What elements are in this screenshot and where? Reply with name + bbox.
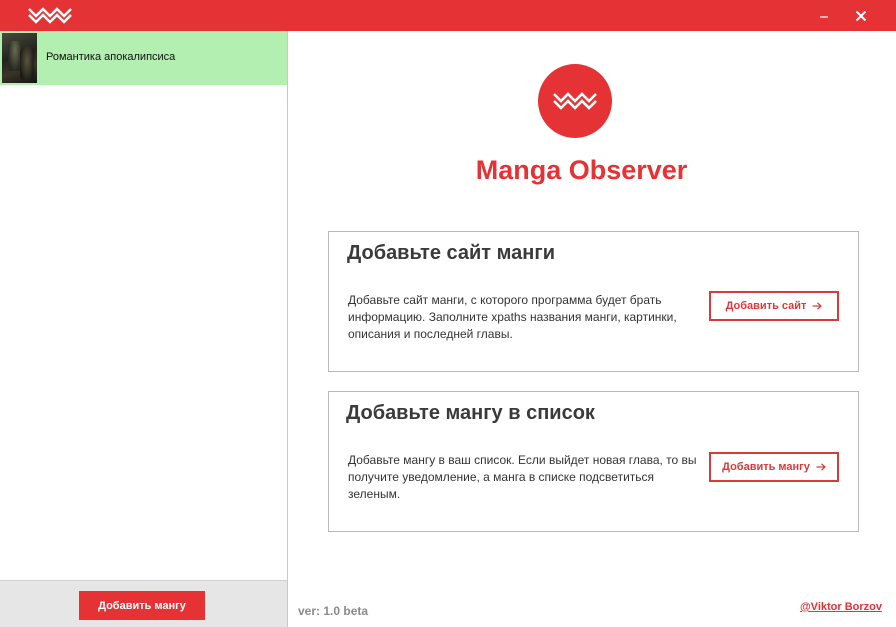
add-manga-card: Добавьте мангу в список Добавьте мангу в… — [328, 391, 859, 532]
card-heading: Добавьте сайт манги — [347, 242, 555, 264]
add-site-card: Добавьте сайт манги Добавьте сайт манги,… — [328, 231, 859, 372]
zigzag-logo-icon — [553, 92, 597, 110]
minimize-button[interactable] — [806, 0, 842, 31]
manga-cover-thumbnail — [2, 33, 37, 83]
title-bar[interactable] — [0, 0, 896, 31]
main-panel: Manga Observer Добавьте сайт манги Добав… — [289, 31, 896, 627]
close-button[interactable] — [843, 0, 879, 31]
card-description: Добавьте мангу в ваш список. Если выйдет… — [348, 453, 697, 501]
app-logo — [538, 64, 612, 138]
card-heading: Добавьте мангу в список — [346, 402, 595, 424]
author-link[interactable]: @Viktor Borzov — [800, 601, 882, 613]
app-title: Manga Observer — [475, 155, 688, 185]
manga-title: Романтика апокалипсиса — [46, 51, 176, 63]
add-manga-button[interactable]: Добавить мангу — [79, 591, 205, 620]
manga-list-sidebar: Романтика апокалипсиса Добавить мангу — [0, 31, 288, 627]
button-label: Добавить мангу — [722, 461, 810, 473]
arrow-right-icon — [812, 302, 823, 310]
card-description: Добавьте сайт манги, с которого программ… — [348, 293, 677, 341]
minimize-icon — [820, 15, 828, 18]
app-window: Романтика апокалипсиса Добавить мангу Ma… — [0, 0, 896, 627]
add-site-button[interactable]: Добавить сайт — [709, 291, 839, 321]
close-icon — [855, 10, 867, 21]
version-label: ver: 1.0 beta — [298, 604, 369, 618]
add-manga-card-button[interactable]: Добавить мангу — [709, 452, 839, 482]
sidebar-footer: Добавить мангу — [0, 580, 287, 627]
button-label: Добавить сайт — [725, 300, 807, 312]
arrow-right-icon — [816, 463, 826, 471]
list-item[interactable]: Романтика апокалипсиса — [0, 31, 287, 85]
zigzag-logo-icon — [28, 7, 72, 24]
